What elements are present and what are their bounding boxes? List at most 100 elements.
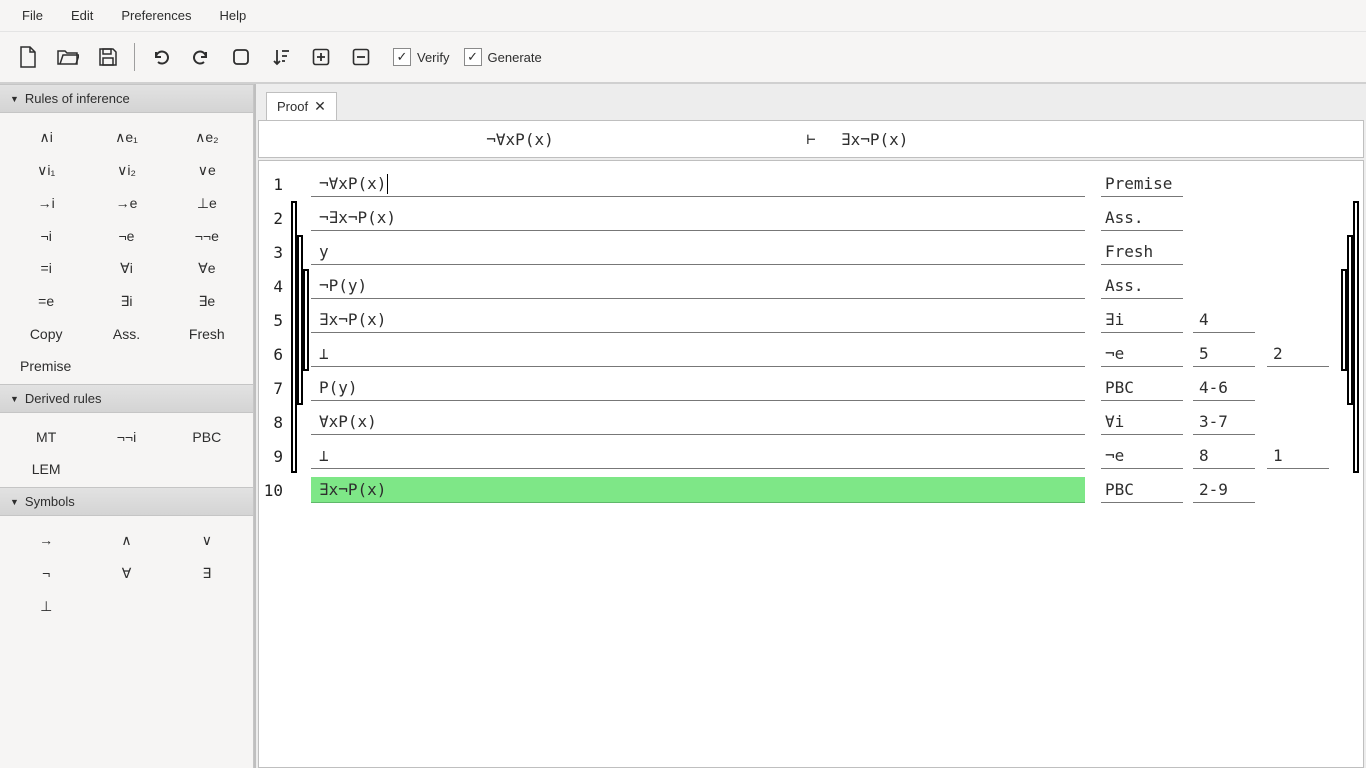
rule-item[interactable]: Ass. (86, 318, 166, 350)
box-left (291, 371, 309, 405)
justification-input[interactable]: ∃i (1101, 307, 1183, 333)
justification-input[interactable]: Ass. (1101, 205, 1183, 231)
formula-input[interactable]: ∃x¬P(x) (311, 307, 1085, 333)
justification-input[interactable]: PBC (1101, 477, 1183, 503)
close-icon[interactable]: ✕ (314, 98, 326, 115)
rule-item[interactable]: ¬¬e (167, 220, 247, 252)
panel-rules-header[interactable]: ▼Rules of inference (0, 84, 253, 113)
formula-input[interactable]: ¬∃x¬P(x) (311, 205, 1085, 231)
rule-item[interactable]: ⊥e (167, 187, 247, 220)
menu-preferences[interactable]: Preferences (107, 4, 205, 27)
rule-item[interactable]: ∃i (86, 285, 166, 318)
symbol-item[interactable]: ¬ (6, 557, 86, 590)
symbol-item[interactable]: ∧ (86, 524, 166, 557)
reference-input[interactable]: 5 (1193, 341, 1255, 367)
rule-item[interactable]: ∃e (167, 285, 247, 318)
redo-button[interactable] (183, 40, 219, 74)
rule-item[interactable]: ∧e₁ (86, 121, 166, 154)
derived-rule-item[interactable]: LEM (6, 453, 86, 485)
rule-item[interactable]: Premise (6, 350, 167, 382)
derived-rule-item[interactable]: MT (6, 421, 86, 453)
verify-checkbox[interactable]: ✓Verify (393, 48, 450, 66)
derived-rule-item[interactable]: PBC (167, 421, 247, 453)
formula-input[interactable]: ⊥ (311, 341, 1085, 367)
rule-item[interactable]: ∀e (167, 252, 247, 285)
proof-row: 4¬P(y)Ass. (263, 269, 1359, 303)
rule-item[interactable]: =e (6, 285, 86, 318)
rule-item[interactable]: ∀i (86, 252, 166, 285)
line-number: 1 (263, 175, 291, 194)
panel-derived-header[interactable]: ▼Derived rules (0, 384, 253, 413)
symbol-item[interactable]: → (6, 524, 86, 557)
sort-button[interactable] (263, 40, 299, 74)
check-icon: ✓ (393, 48, 411, 66)
rule-item[interactable]: ¬e (86, 220, 166, 252)
generate-checkbox[interactable]: ✓Generate (464, 48, 542, 66)
tab-proof[interactable]: Proof✕ (266, 92, 337, 120)
reference-input[interactable]: 4-6 (1193, 375, 1255, 401)
justification-input[interactable]: PBC (1101, 375, 1183, 401)
derived-rule-item[interactable]: ¬¬i (86, 421, 166, 453)
reference-input[interactable]: 4 (1193, 307, 1255, 333)
symbol-item[interactable]: ∀ (86, 557, 166, 590)
reference-input[interactable]: 2-9 (1193, 477, 1255, 503)
symbol-item[interactable]: ⊥ (6, 590, 86, 623)
box-right (1341, 439, 1359, 473)
rule-item[interactable]: ∨i₁ (6, 154, 86, 187)
rule-item[interactable]: =i (6, 252, 86, 285)
reference-input[interactable]: 8 (1193, 443, 1255, 469)
rule-item[interactable]: Copy (6, 318, 86, 350)
proof-row: 6⊥¬e52 (263, 337, 1359, 371)
rule-item[interactable]: ∨e (167, 154, 247, 187)
reference-input[interactable]: 3-7 (1193, 409, 1255, 435)
proof-row: 7P(y)PBC4-6 (263, 371, 1359, 405)
symbol-item[interactable]: ∨ (167, 524, 247, 557)
symbol-item[interactable]: ∃ (167, 557, 247, 590)
justification-input[interactable]: ∀i (1101, 409, 1183, 435)
justification-input[interactable]: ¬e (1101, 341, 1183, 367)
box-right (1341, 405, 1359, 439)
rule-item[interactable]: ∧e₂ (167, 121, 247, 154)
formula-input[interactable]: ∃x¬P(x) (311, 477, 1085, 503)
rule-item[interactable]: ∧i (6, 121, 86, 154)
menu-help[interactable]: Help (205, 4, 260, 27)
new-file-button[interactable] (10, 40, 46, 74)
rule-item[interactable]: ∨i₂ (86, 154, 166, 187)
panel-derived-title: Derived rules (25, 391, 102, 406)
box-right (1341, 371, 1359, 405)
derived-grid: MT¬¬iPBC LEM (0, 413, 253, 487)
justification-input[interactable]: ¬e (1101, 443, 1183, 469)
rule-item[interactable]: Fresh (167, 318, 247, 350)
menu-file[interactable]: File (8, 4, 57, 27)
add-row-button[interactable] (303, 40, 339, 74)
formula-input[interactable]: y (311, 239, 1085, 265)
reference-input[interactable]: 1 (1267, 443, 1329, 469)
sequent-conclusion[interactable]: ∃x¬P(x) (841, 130, 1363, 149)
proof-body: 1¬∀xP(x)Premise2¬∃x¬P(x)Ass.3yFresh4¬P(y… (258, 160, 1364, 768)
check-icon: ✓ (464, 48, 482, 66)
sequent-bar: ¬∀xP(x) ⊢ ∃x¬P(x) (258, 120, 1364, 158)
rule-item[interactable]: →e (86, 187, 166, 220)
sequent-premises[interactable]: ¬∀xP(x) (259, 130, 781, 149)
formula-input[interactable]: ¬∀xP(x) (311, 171, 1085, 197)
menu-edit[interactable]: Edit (57, 4, 107, 27)
open-file-button[interactable] (50, 40, 86, 74)
rule-item[interactable]: ¬i (6, 220, 86, 252)
justification-input[interactable]: Ass. (1101, 273, 1183, 299)
box-left (291, 201, 309, 235)
formula-input[interactable]: ∀xP(x) (311, 409, 1085, 435)
reference-input[interactable]: 2 (1267, 341, 1329, 367)
undo-button[interactable] (143, 40, 179, 74)
justification-input[interactable]: Premise (1101, 171, 1183, 197)
formula-input[interactable]: ⊥ (311, 443, 1085, 469)
formula-input[interactable]: ¬P(y) (311, 273, 1085, 299)
formula-input[interactable]: P(y) (311, 375, 1085, 401)
box-button[interactable] (223, 40, 259, 74)
panel-symbols-header[interactable]: ▼Symbols (0, 487, 253, 516)
justification-input[interactable]: Fresh (1101, 239, 1183, 265)
rule-item[interactable]: →i (6, 187, 86, 220)
save-button[interactable] (90, 40, 126, 74)
box-left (291, 303, 309, 337)
remove-row-button[interactable] (343, 40, 379, 74)
content-area: Proof✕ ¬∀xP(x) ⊢ ∃x¬P(x) 1 ¬∀xP(x) Premise… (254, 84, 1366, 768)
